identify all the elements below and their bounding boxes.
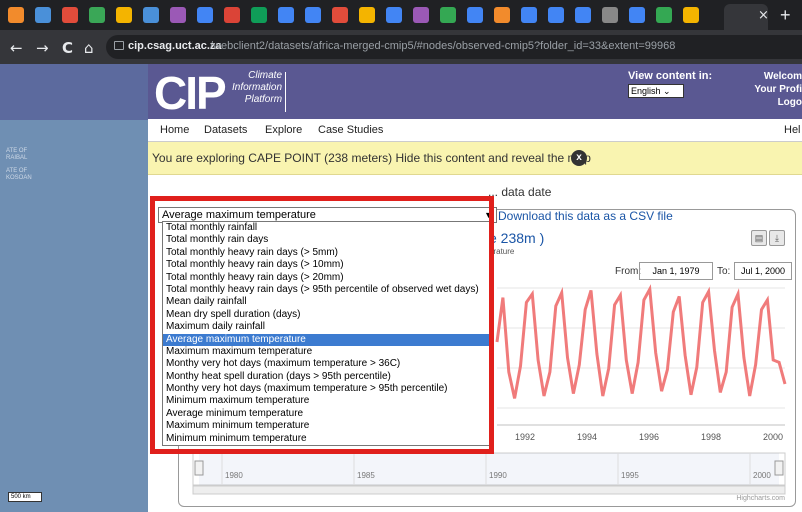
- logo-subtitle: Climate Information Platform: [232, 70, 282, 106]
- tab-favicon[interactable]: [548, 7, 564, 23]
- navigator-tick-label: 1995: [621, 471, 639, 480]
- download-icon[interactable]: ⤓: [769, 230, 785, 246]
- close-icon[interactable]: x: [571, 150, 587, 166]
- tab-favicon[interactable]: [494, 7, 510, 23]
- tab-favicon[interactable]: [629, 7, 645, 23]
- logo-sub-line: Climate: [248, 70, 283, 81]
- map-panel[interactable]: ATE OF RAIBAL ATE OF KOSOAN 500 km: [0, 64, 148, 512]
- navigator-tick-label: 1985: [357, 471, 375, 480]
- highcharts-credit[interactable]: Highcharts.com: [736, 495, 785, 502]
- nav-datasets[interactable]: Datasets: [204, 124, 247, 136]
- navigator-scrollbar: [192, 485, 786, 495]
- navigator-handle: [774, 460, 784, 476]
- main-nav: Home Datasets Explore Case Studies Hel: [148, 119, 802, 142]
- tab-favicon[interactable]: [116, 7, 132, 23]
- logo-sub-line: Information: [232, 82, 283, 93]
- tab-favicon[interactable]: [683, 7, 699, 23]
- tab-favicon[interactable]: [656, 7, 672, 23]
- nav-help[interactable]: Hel: [784, 124, 801, 136]
- tab-favicon[interactable]: [602, 7, 618, 23]
- new-tab-button[interactable]: +: [780, 5, 791, 26]
- language-select[interactable]: English ⌄: [628, 84, 684, 98]
- x-tick-label: 1992: [515, 432, 535, 442]
- forward-button[interactable]: →: [36, 39, 49, 57]
- tab-favicon[interactable]: [170, 7, 186, 23]
- tab-favicon[interactable]: [575, 7, 591, 23]
- tab-favicon[interactable]: [386, 7, 402, 23]
- back-button[interactable]: ←: [10, 39, 23, 57]
- intro-tail: ... data date: [488, 185, 552, 199]
- x-tick-label: 1996: [639, 432, 659, 442]
- site-header: CIP Climate Information Platform View co…: [148, 64, 802, 119]
- browser-toolbar: ← → C ⌂ cip.csag.uct.ac.za /webclient2/d…: [0, 30, 802, 64]
- url-path: /webclient2/datasets/africa-merged-cmip5…: [210, 40, 676, 52]
- tab-favicon[interactable]: [521, 7, 537, 23]
- tab-favicon[interactable]: [197, 7, 213, 23]
- map-region: [0, 64, 148, 120]
- address-bar[interactable]: cip.csag.uct.ac.za /webclient2/datasets/…: [106, 35, 802, 59]
- tab-favicon[interactable]: [440, 7, 456, 23]
- nav-home[interactable]: Home: [160, 124, 189, 136]
- view-content-label: View content in:: [628, 70, 713, 82]
- navigator-tick-label: 2000: [753, 471, 771, 480]
- tab-favicon[interactable]: [413, 7, 429, 23]
- tab-favicon[interactable]: [305, 7, 321, 23]
- close-tab-icon[interactable]: ×: [758, 8, 769, 23]
- browser-tab-strip: × +: [0, 0, 802, 30]
- tab-favicon[interactable]: [332, 7, 348, 23]
- navigator-selection: [199, 453, 779, 485]
- tab-favicon[interactable]: [62, 7, 78, 23]
- tab-favicon[interactable]: [35, 7, 51, 23]
- x-tick-label: 2000: [763, 432, 783, 442]
- home-button[interactable]: ⌂: [84, 39, 94, 57]
- chart-title: e 238m ): [489, 230, 545, 246]
- map-label: RAIBAL: [6, 155, 28, 161]
- tab-favicon[interactable]: [89, 7, 105, 23]
- nav-case-studies[interactable]: Case Studies: [318, 124, 383, 136]
- logo-divider: [285, 72, 286, 112]
- cip-logo[interactable]: CIP: [154, 66, 227, 120]
- logout-link[interactable]: Logo: [754, 96, 802, 109]
- nav-explore[interactable]: Explore: [265, 124, 302, 136]
- tab-favicon[interactable]: [8, 7, 24, 23]
- x-tick-label: 1994: [577, 432, 597, 442]
- navigator-tick-label: 1980: [225, 471, 243, 480]
- intro-text: ... data date: [488, 185, 551, 199]
- red-highlight-box: [150, 196, 494, 454]
- from-date-input[interactable]: Jan 1, 1979: [639, 262, 713, 280]
- navigator-handle: [194, 460, 204, 476]
- tab-favicon[interactable]: [251, 7, 267, 23]
- profile-link[interactable]: Your Profi: [754, 83, 802, 96]
- map-label: KOSOAN: [6, 175, 32, 181]
- tab-favicon[interactable]: [278, 7, 294, 23]
- lock-icon: [114, 41, 124, 50]
- welcome-text: Welcom: [763, 71, 802, 82]
- location-banner: You are exploring CAPE POINT (238 meters…: [148, 142, 802, 175]
- map-scale-bar: 500 km: [8, 492, 42, 502]
- to-label: To:: [717, 266, 731, 277]
- user-menu[interactable]: Welcom Your Profi Logo: [754, 70, 802, 109]
- tab-favicon[interactable]: [359, 7, 375, 23]
- map-label: ATE OF: [6, 148, 28, 154]
- print-icon[interactable]: ▤: [751, 230, 767, 246]
- tab-favicon[interactable]: [467, 7, 483, 23]
- url-host: cip.csag.uct.ac.za: [128, 40, 222, 52]
- download-csv-link[interactable]: Download this data as a CSV file: [498, 209, 673, 223]
- map-label: ATE OF: [6, 168, 28, 174]
- navigator-tick-label: 1990: [489, 471, 507, 480]
- to-date-input[interactable]: Jul 1, 2000: [734, 262, 792, 280]
- from-label: From:: [615, 266, 642, 277]
- chevron-down-icon: ⌄: [663, 86, 671, 96]
- reload-button[interactable]: C: [62, 39, 73, 57]
- series-line: [495, 284, 787, 399]
- banner-text[interactable]: You are exploring CAPE POINT (238 meters…: [152, 151, 591, 165]
- logo-sub-line: Platform: [244, 94, 283, 105]
- language-value: English: [631, 86, 661, 96]
- tab-favicon[interactable]: [224, 7, 240, 23]
- tab-favicon[interactable]: [143, 7, 159, 23]
- x-tick-label: 1998: [701, 432, 721, 442]
